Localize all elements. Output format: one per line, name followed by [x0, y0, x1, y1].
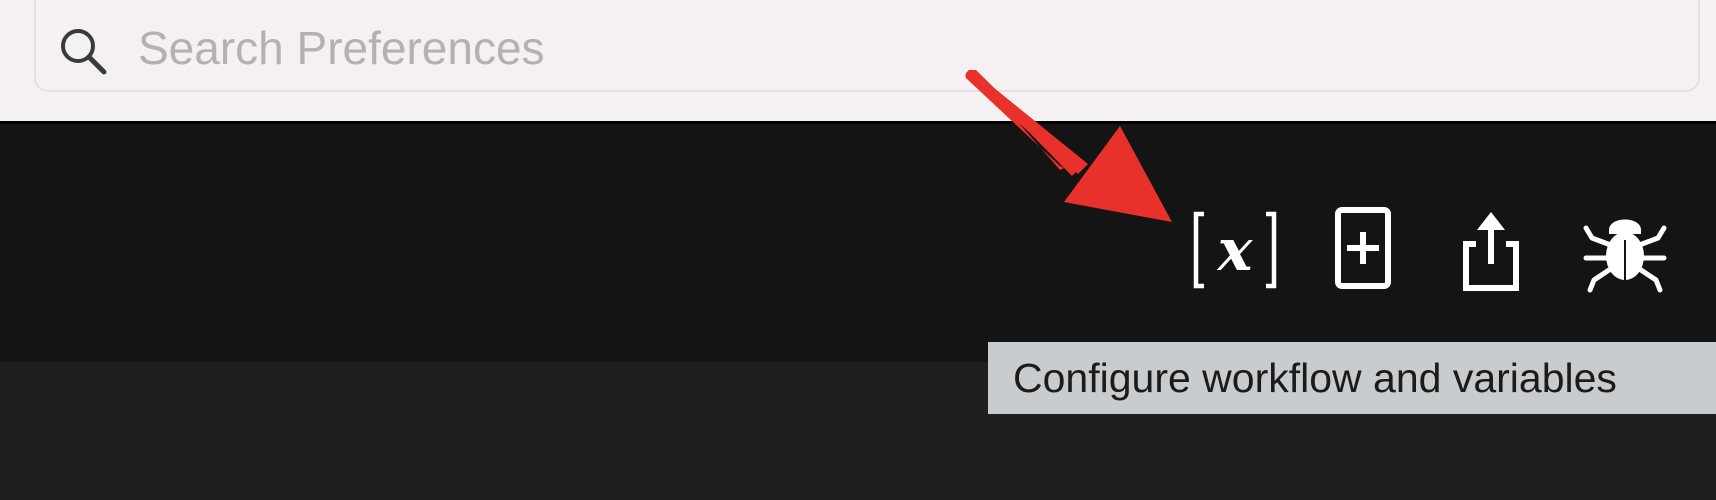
- share-icon: [1463, 212, 1519, 291]
- plus-square-icon: [1335, 207, 1391, 289]
- share-button[interactable]: [1446, 204, 1536, 294]
- bug-icon: [1583, 219, 1667, 293]
- search-icon: [56, 24, 110, 78]
- variables-icon: x: [1193, 211, 1277, 289]
- tooltip: Configure workflow and variables: [988, 342, 1716, 414]
- svg-text:x: x: [1216, 216, 1254, 284]
- search-bar: [0, 0, 1716, 121]
- tooltip-text: Configure workflow and variables: [1013, 354, 1617, 401]
- add-button[interactable]: [1318, 204, 1408, 294]
- debug-button[interactable]: [1580, 204, 1670, 294]
- search-input[interactable]: [138, 16, 1638, 80]
- toolbar: x: [0, 124, 1716, 362]
- variables-button[interactable]: x: [1190, 204, 1280, 294]
- annotation-arrow-icon: [965, 70, 1172, 222]
